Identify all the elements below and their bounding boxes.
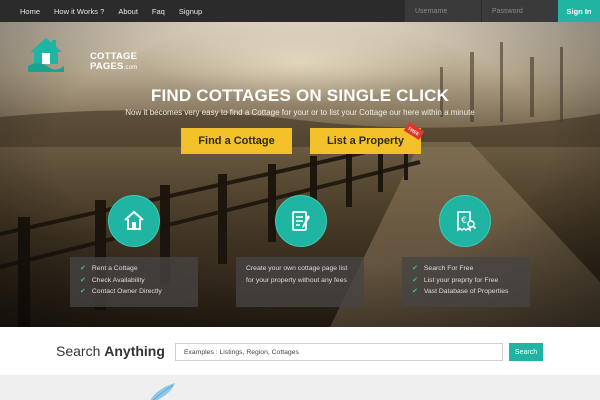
feature-circle-rent (108, 195, 160, 247)
feature-list-item: ✔ List your preprty for Free (412, 275, 520, 287)
list-property-label: List a Property (326, 135, 405, 147)
nav-links: Home How it Works ? About Faq Signup (20, 0, 216, 22)
house-hand-logo-icon (28, 38, 64, 72)
home-icon (124, 210, 144, 230)
search-heading-light: Search (56, 343, 101, 359)
nav-link-faq[interactable]: Faq (152, 7, 165, 16)
hero-subline: Now it becomes very easy to find a Cotta… (125, 108, 475, 117)
svg-text:€: € (461, 216, 467, 226)
check-icon: ✔ (80, 288, 86, 295)
feature-list-item: ✔ Vast Database of Properties (412, 286, 520, 298)
sign-in-button[interactable]: Sign In (558, 0, 600, 22)
feature-list-item: ✔ Rent a Cottage (80, 263, 188, 275)
check-icon: ✔ (412, 265, 418, 272)
list-property-button[interactable]: List a Property FREE (310, 121, 425, 154)
nav-link-about[interactable]: About (118, 7, 138, 16)
feather-decoration-icon (150, 383, 175, 400)
feature-box-search: ✔ Search For Free ✔ List your preprty for … (402, 257, 530, 307)
top-navigation-bar: Home How it Works ? About Faq Signup Use… (0, 0, 600, 22)
euro-receipt-icon: € (457, 211, 477, 232)
search-heading-bold: Anything (104, 343, 165, 359)
search-section: Search Anything Examples : Listings, Reg… (0, 327, 600, 375)
login-form: Username Password Sign In (404, 0, 600, 22)
nav-link-home[interactable]: Home (20, 7, 40, 16)
hero-section: COTTAGE PAGES.com FIND COTTAGES ON SINGL… (0, 22, 600, 327)
feature-list-item: ✔ Contact Owner Directly (80, 286, 188, 298)
feature-box-create: Create your own cottage page list for yo… (236, 257, 364, 307)
feature-item-text: Check Availability (91, 276, 145, 284)
check-icon: ✔ (80, 265, 86, 272)
feature-item-text: List your preprty for Free (423, 276, 499, 284)
feature-item-text: Search For Free (423, 265, 474, 272)
logo-suffix: .com (123, 65, 138, 71)
document-edit-icon (292, 211, 310, 231)
check-icon: ✔ (412, 276, 418, 284)
nav-link-signup[interactable]: Signup (179, 7, 202, 16)
feature-item-text: Vast Database of Properties (423, 288, 509, 295)
site-logo[interactable]: COTTAGE PAGES.com (26, 32, 137, 80)
feature-item-text: Rent a Cottage (91, 265, 138, 272)
feature-item-text: Contact Owner Directly (91, 288, 162, 295)
search-heading: Search Anything (56, 343, 165, 359)
search-input[interactable]: Examples : Listings, Region, Cottages (175, 343, 503, 361)
check-icon: ✔ (80, 276, 86, 284)
feature-description: Create your own cottage page list for yo… (246, 265, 348, 284)
feature-list-item: ✔ Search For Free (412, 263, 520, 275)
logo-line-2: PAGES (90, 61, 124, 72)
password-input[interactable]: Password (481, 0, 558, 22)
check-icon: ✔ (412, 288, 418, 295)
feature-list-item: ✔ Check Availability (80, 275, 188, 287)
logo-wordmark: COTTAGE PAGES.com (90, 52, 137, 73)
hero-headline: FIND COTTAGES ON SINGLE CLICK (150, 86, 450, 105)
username-input[interactable]: Username (404, 0, 481, 22)
feature-circle-create (275, 195, 327, 247)
search-button[interactable]: Search (509, 343, 543, 361)
nav-link-how-it-works[interactable]: How it Works ? (54, 7, 104, 16)
feature-box-rent: ✔ Rent a Cottage ✔ Check Availability ✔ Con… (70, 257, 198, 307)
find-cottage-button[interactable]: Find a Cottage (181, 128, 292, 154)
bottom-section (0, 375, 600, 400)
feature-circle-search: € (439, 195, 491, 247)
